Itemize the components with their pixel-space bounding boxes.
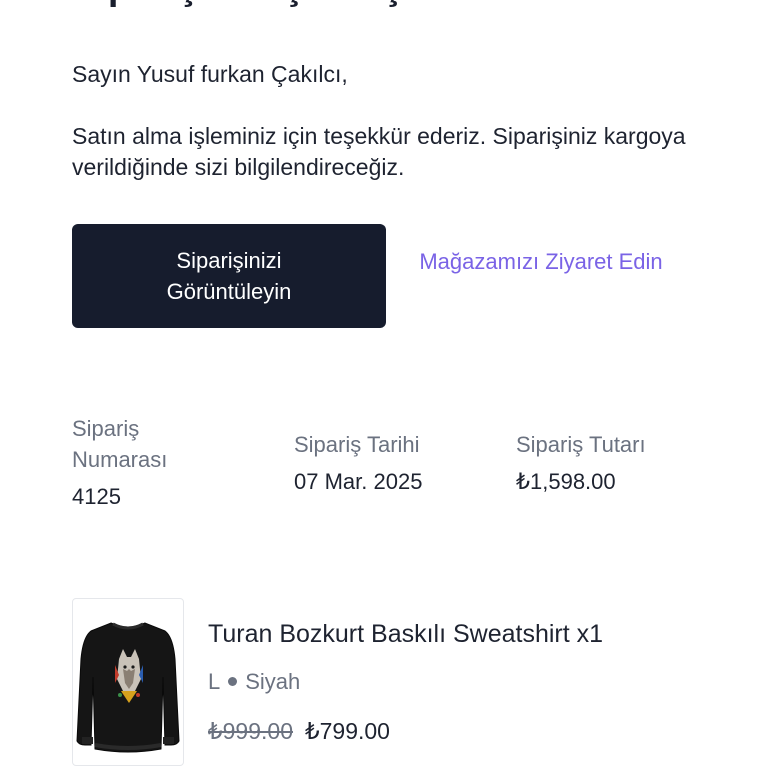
order-total-label: Sipariş Tutarı	[516, 432, 646, 457]
page-title: Siparişiniz için teşekkür ederiz.	[72, 0, 636, 9]
product-image[interactable]	[72, 598, 184, 766]
confirmation-message: Satın alma işleminiz için teşekkür ederi…	[72, 123, 686, 180]
order-date-label: Sipariş Tarihi	[294, 432, 420, 457]
product-size: L	[208, 669, 221, 694]
view-order-button[interactable]: Siparişinizi Görüntüleyin	[72, 224, 386, 328]
product-title[interactable]: Turan Bozkurt Baskılı Sweatshirt x1	[208, 620, 603, 649]
order-number-value: 4125	[72, 484, 121, 509]
view-order-button-label: Siparişinizi Görüntüleyin	[166, 248, 292, 304]
order-total-block: Sipariş Tutarı ₺1,598.00	[516, 429, 736, 497]
product-sale-price: ₺799.00	[304, 718, 390, 744]
product-variant: L Siyah	[208, 669, 300, 695]
order-date-value: 07 Mar. 2025	[294, 469, 423, 494]
order-confirmation-email: Siparişiniz için teşekkür ederiz. Sayın …	[0, 0, 768, 768]
order-number-block: Sipariş Numarası 4125	[72, 413, 212, 512]
product-color: Siyah	[245, 669, 301, 694]
order-date-block: Sipariş Tarihi 07 Mar. 2025	[294, 429, 504, 497]
visit-store-link[interactable]: Mağazamızı Ziyaret Edin	[402, 246, 680, 277]
product-price-row: ₺999.00 ₺799.00	[208, 718, 390, 745]
order-total-value: ₺1,598.00	[516, 469, 616, 494]
sweatshirt-icon	[76, 622, 180, 753]
order-number-label: Sipariş Numarası	[72, 416, 168, 472]
bullet-dot-icon	[228, 676, 238, 686]
greeting-text: Sayın Yusuf furkan Çakılcı,	[72, 61, 348, 87]
product-original-price: ₺999.00	[208, 718, 293, 744]
